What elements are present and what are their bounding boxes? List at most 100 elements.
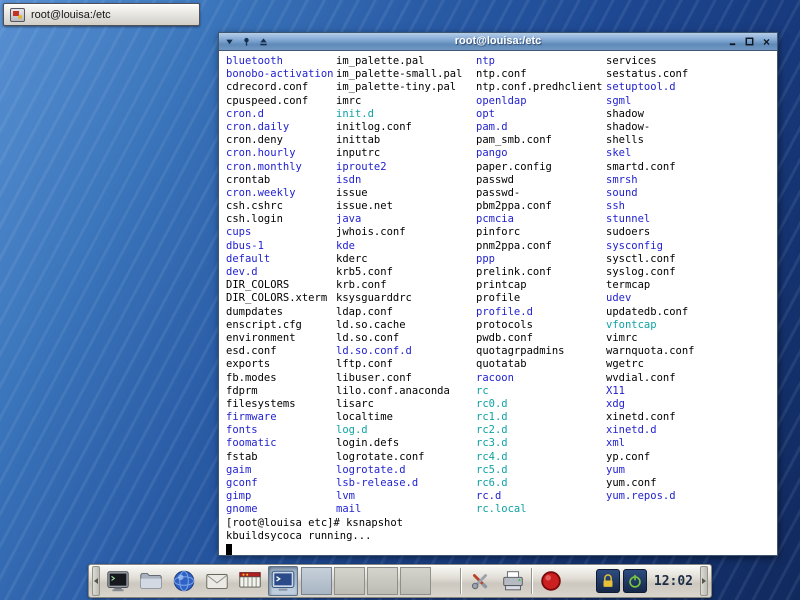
file-entry: vimrc bbox=[606, 332, 777, 345]
terminal-launcher-button[interactable] bbox=[103, 566, 133, 596]
file-entry: quotatab bbox=[476, 358, 606, 371]
file-entry: termcap bbox=[606, 279, 777, 292]
file-entry: ntp bbox=[476, 55, 606, 68]
file-entry: cron.monthly bbox=[226, 161, 336, 174]
file-entry: cdrecord.conf bbox=[226, 81, 336, 94]
arrow-left-icon bbox=[94, 578, 98, 584]
file-entry: gimp bbox=[226, 490, 336, 503]
file-entry: pwdb.conf bbox=[476, 332, 606, 345]
file-entry: xml bbox=[606, 437, 777, 450]
utilities-launcher-button[interactable] bbox=[465, 566, 495, 596]
file-entry: csh.cshrc bbox=[226, 200, 336, 213]
clock[interactable]: 12:02 bbox=[650, 574, 697, 589]
window-titlebar[interactable]: root@louisa:/etc × bbox=[219, 33, 777, 51]
file-entry: foomatic bbox=[226, 437, 336, 450]
file-entry: gaim bbox=[226, 464, 336, 477]
media-launcher-button[interactable] bbox=[235, 566, 265, 596]
panel-separator bbox=[531, 568, 533, 594]
file-entry: sysconfig bbox=[606, 240, 777, 253]
desktop[interactable]: root@louisa:/etc root@louisa:/etc bbox=[0, 0, 800, 600]
terminal-content[interactable]: bluetoothbonobo-activationcdrecord.confc… bbox=[219, 52, 777, 555]
utilities-tools-icon bbox=[467, 568, 493, 594]
shade-icon[interactable] bbox=[256, 35, 271, 49]
file-entry: shells bbox=[606, 134, 777, 147]
file-entry: yum.conf bbox=[606, 477, 777, 490]
window-menu-icon[interactable] bbox=[222, 35, 237, 49]
file-entry: protocols bbox=[476, 319, 606, 332]
file-entry: yp.conf bbox=[606, 451, 777, 464]
update-notifier-button[interactable] bbox=[536, 566, 566, 596]
file-entry: shadow- bbox=[606, 121, 777, 134]
file-entry: ld.so.conf.d bbox=[336, 345, 476, 358]
arrow-right-icon bbox=[702, 578, 706, 584]
file-entry: setuptool.d bbox=[606, 81, 777, 94]
printer-launcher-button[interactable] bbox=[498, 566, 528, 596]
file-entry: rc1.d bbox=[476, 411, 606, 424]
file-entry: kde bbox=[336, 240, 476, 253]
maximize-button[interactable] bbox=[742, 35, 757, 49]
file-entry: pcmcia bbox=[476, 213, 606, 226]
file-entry: im_palette-tiny.pal bbox=[336, 81, 476, 94]
file-entry: sgml bbox=[606, 95, 777, 108]
lock-session-button[interactable] bbox=[596, 569, 620, 593]
file-entry: passwd- bbox=[476, 187, 606, 200]
logout-button[interactable] bbox=[623, 569, 647, 593]
file-entry: rc0.d bbox=[476, 398, 606, 411]
file-entry: isdn bbox=[336, 174, 476, 187]
pager-desktop-4[interactable] bbox=[400, 567, 431, 595]
file-entry: firmware bbox=[226, 411, 336, 424]
file-entry: DIR_COLORS bbox=[226, 279, 336, 292]
pager-desktop-2[interactable] bbox=[334, 567, 365, 595]
panel-hide-left-button[interactable] bbox=[92, 566, 100, 596]
file-entry: paper.config bbox=[476, 161, 606, 174]
file-entry: DIR_COLORS.xterm bbox=[226, 292, 336, 305]
minimize-button[interactable] bbox=[725, 35, 740, 49]
file-entry: opt bbox=[476, 108, 606, 121]
home-folder-launcher-button[interactable] bbox=[136, 566, 166, 596]
pager-desktop-3[interactable] bbox=[367, 567, 398, 595]
file-entry: cpuspeed.conf bbox=[226, 95, 336, 108]
file-entry: cron.d bbox=[226, 108, 336, 121]
terminal-icon bbox=[105, 568, 131, 594]
file-entry: log.d bbox=[336, 424, 476, 437]
file-entry: profile.d bbox=[476, 306, 606, 319]
konsole-active-task-button[interactable] bbox=[268, 566, 298, 596]
file-entry: login.defs bbox=[336, 437, 476, 450]
file-entry: crontab bbox=[226, 174, 336, 187]
file-entry: cron.deny bbox=[226, 134, 336, 147]
file-entry: services bbox=[606, 55, 777, 68]
file-entry: lisarc bbox=[336, 398, 476, 411]
file-entry: ppp bbox=[476, 253, 606, 266]
file-entry: ld.so.cache bbox=[336, 319, 476, 332]
file-entry: rc bbox=[476, 385, 606, 398]
close-button[interactable]: × bbox=[759, 35, 774, 49]
file-entry: racoon bbox=[476, 372, 606, 385]
file-entry: exports bbox=[226, 358, 336, 371]
file-entry: ldap.conf bbox=[336, 306, 476, 319]
file-entry: rc3.d bbox=[476, 437, 606, 450]
panel-hide-right-button[interactable] bbox=[700, 566, 708, 596]
file-entry: skel bbox=[606, 147, 777, 160]
file-entry: xinetd.d bbox=[606, 424, 777, 437]
file-entry: pam_smb.conf bbox=[476, 134, 606, 147]
file-entry: warnquota.conf bbox=[606, 345, 777, 358]
lock-icon bbox=[599, 572, 617, 590]
file-entry: prelink.conf bbox=[476, 266, 606, 279]
file-entry: openldap bbox=[476, 95, 606, 108]
file-entry: iproute2 bbox=[336, 161, 476, 174]
power-icon bbox=[626, 572, 644, 590]
taskbar-window-button[interactable]: root@louisa:/etc bbox=[3, 3, 200, 26]
file-entry: initlog.conf bbox=[336, 121, 476, 134]
web-browser-launcher-button[interactable] bbox=[169, 566, 199, 596]
pin-icon[interactable] bbox=[239, 35, 254, 49]
desktop-pager bbox=[301, 567, 431, 595]
file-entry: esd.conf bbox=[226, 345, 336, 358]
pager-desktop-1[interactable] bbox=[301, 567, 332, 595]
ls-column-4: servicessestatus.confsetuptool.dsgmlshad… bbox=[606, 55, 777, 517]
file-entry: wvdial.conf bbox=[606, 372, 777, 385]
file-entry: ssh bbox=[606, 200, 777, 213]
file-entry: krb.conf bbox=[336, 279, 476, 292]
file-entry: rc5.d bbox=[476, 464, 606, 477]
file-entry: pbm2ppa.conf bbox=[476, 200, 606, 213]
email-launcher-button[interactable] bbox=[202, 566, 232, 596]
